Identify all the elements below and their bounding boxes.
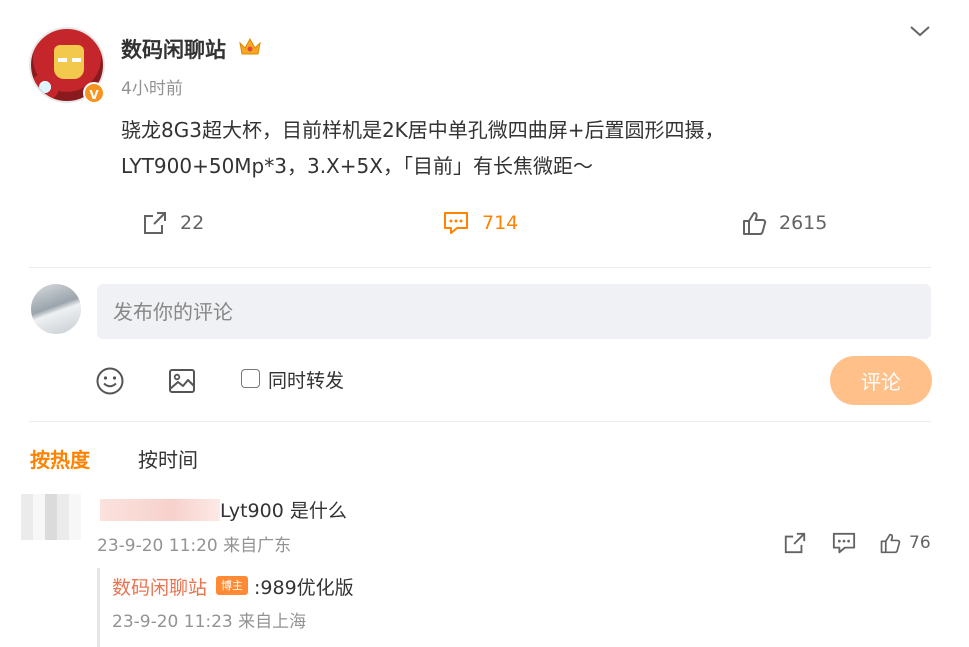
commenter-name[interactable] bbox=[100, 499, 220, 521]
share-icon bbox=[784, 532, 806, 554]
comment-input[interactable] bbox=[97, 284, 931, 339]
thumbs-up-icon bbox=[743, 212, 767, 235]
image-icon[interactable] bbox=[167, 366, 197, 396]
reply-author[interactable]: 数码闲聊站 bbox=[112, 573, 207, 600]
verified-badge: V bbox=[83, 82, 105, 104]
post-text-line: 骁龙8G3超大杯，目前样机是2K居中单孔微四曲屏+后置圆形四摄， bbox=[121, 118, 725, 142]
post-time[interactable]: 4小时前 bbox=[121, 74, 183, 99]
comment-text: Lyt900 是什么 bbox=[220, 500, 347, 522]
reply-text: :989优化版 bbox=[254, 577, 354, 599]
comment-button[interactable]: 714 bbox=[442, 208, 518, 238]
like-count: 2615 bbox=[779, 212, 828, 234]
comment-reply-button[interactable] bbox=[831, 530, 865, 556]
chevron-down-icon[interactable] bbox=[909, 22, 931, 40]
commenter-avatar[interactable] bbox=[21, 494, 81, 540]
author-name[interactable]: 数码闲聊站 bbox=[121, 34, 226, 64]
comment-icon bbox=[832, 532, 856, 554]
comment-icon bbox=[444, 212, 468, 234]
thumbs-up-icon bbox=[880, 533, 901, 554]
submit-comment-button[interactable]: 评论 bbox=[830, 356, 932, 405]
current-user-avatar bbox=[31, 284, 81, 334]
blogger-badge: 博主 bbox=[216, 576, 248, 595]
post-text-line: LYT900+50Mp*3，3.X+5X，「目前」有长焦微距～ bbox=[121, 154, 593, 178]
emoji-icon[interactable] bbox=[95, 366, 125, 396]
comment-share-button[interactable] bbox=[783, 530, 815, 556]
comment-like-count: 76 bbox=[909, 533, 931, 553]
post-text: 骁龙8G3超大杯，目前样机是2K居中单孔微四曲屏+后置圆形四摄， LYT900+… bbox=[121, 112, 921, 184]
comment-count: 714 bbox=[482, 212, 519, 234]
crown-icon bbox=[239, 37, 261, 55]
tab-sort-hot[interactable]: 按热度 bbox=[30, 444, 90, 473]
repost-checkbox[interactable] bbox=[241, 369, 260, 388]
divider bbox=[29, 421, 931, 422]
share-icon bbox=[144, 212, 166, 234]
tab-sort-time[interactable]: 按时间 bbox=[138, 444, 198, 473]
repost-button[interactable]: 22 bbox=[142, 208, 204, 238]
comment-like-button[interactable]: 76 bbox=[879, 530, 931, 556]
like-button[interactable]: 2615 bbox=[741, 208, 827, 238]
repost-checkbox-label[interactable]: 同时转发 bbox=[268, 366, 344, 393]
repost-count: 22 bbox=[180, 212, 205, 234]
divider bbox=[29, 267, 931, 268]
reply-meta: 23-9-20 11:23 来自上海 bbox=[112, 612, 307, 632]
comment-meta: 23-9-20 11:20 来自广东 bbox=[97, 536, 292, 556]
